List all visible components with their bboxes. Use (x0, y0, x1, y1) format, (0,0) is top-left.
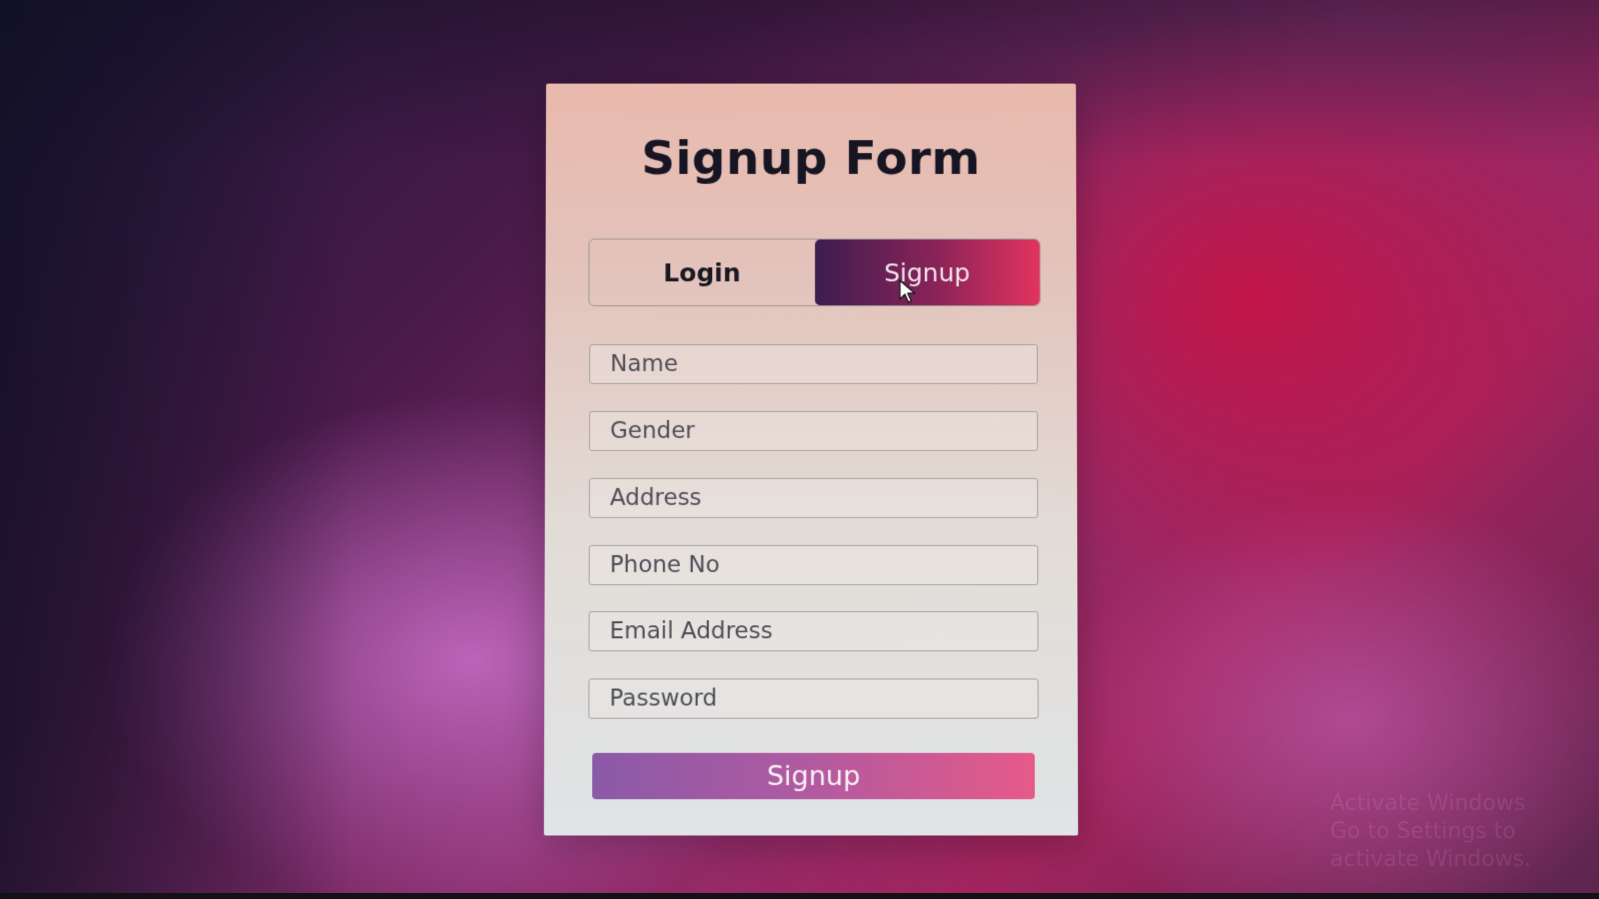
tab-login[interactable]: Login (589, 240, 814, 306)
name-field[interactable] (589, 344, 1038, 385)
taskbar-edge (0, 893, 1599, 899)
auth-tabs: Login Signup (588, 238, 1041, 307)
gender-field[interactable] (589, 411, 1038, 452)
signup-card: Signup Form Login Signup Signup (543, 83, 1079, 836)
email-field[interactable] (588, 611, 1039, 652)
watermark-line-1: Activate Windows (1330, 791, 1526, 816)
phone-field[interactable] (588, 545, 1039, 586)
tab-signup[interactable]: Signup (814, 239, 1040, 306)
form-title: Signup Form (641, 131, 981, 186)
password-field[interactable] (588, 678, 1039, 719)
address-field[interactable] (588, 478, 1039, 519)
watermark-line-2: Go to Settings to activate Windows. (1330, 819, 1532, 872)
tab-signup-label: Signup (883, 257, 971, 287)
activation-watermark: Activate Windows Go to Settings to activ… (1330, 790, 1599, 874)
signup-button[interactable]: Signup (592, 752, 1035, 800)
